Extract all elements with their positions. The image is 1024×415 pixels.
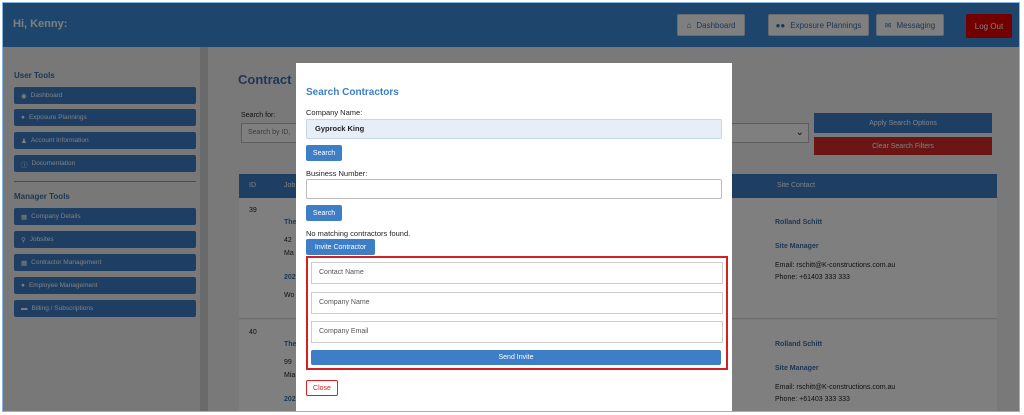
- search-company-button[interactable]: Search: [306, 145, 342, 161]
- modal-title: Search Contractors: [306, 87, 399, 98]
- company-name-invite-input[interactable]: Company Name: [311, 292, 723, 314]
- send-invite-button[interactable]: Send Invite: [311, 350, 721, 365]
- app-window: Hi, Kenny: ⌂ Dashboard ●● Exposure Plann…: [2, 2, 1020, 412]
- company-name-input[interactable]: Gyprock King: [306, 119, 722, 139]
- business-number-label: Business Number:: [306, 169, 368, 178]
- company-email-input[interactable]: Company Email: [311, 321, 723, 343]
- invite-contractor-button[interactable]: Invite Contractor: [306, 239, 375, 255]
- search-business-number-button[interactable]: Search: [306, 205, 342, 221]
- company-name-label: Company Name:: [306, 108, 363, 117]
- no-match-message: No matching contractors found.: [306, 229, 411, 238]
- close-button[interactable]: Close: [306, 380, 338, 396]
- search-contractors-modal: Search Contractors Company Name: Gyprock…: [296, 63, 732, 411]
- contact-name-input[interactable]: Contact Name: [311, 262, 723, 284]
- business-number-input[interactable]: [306, 179, 722, 199]
- invite-form: Contact Name Company Name Company Email …: [306, 256, 728, 370]
